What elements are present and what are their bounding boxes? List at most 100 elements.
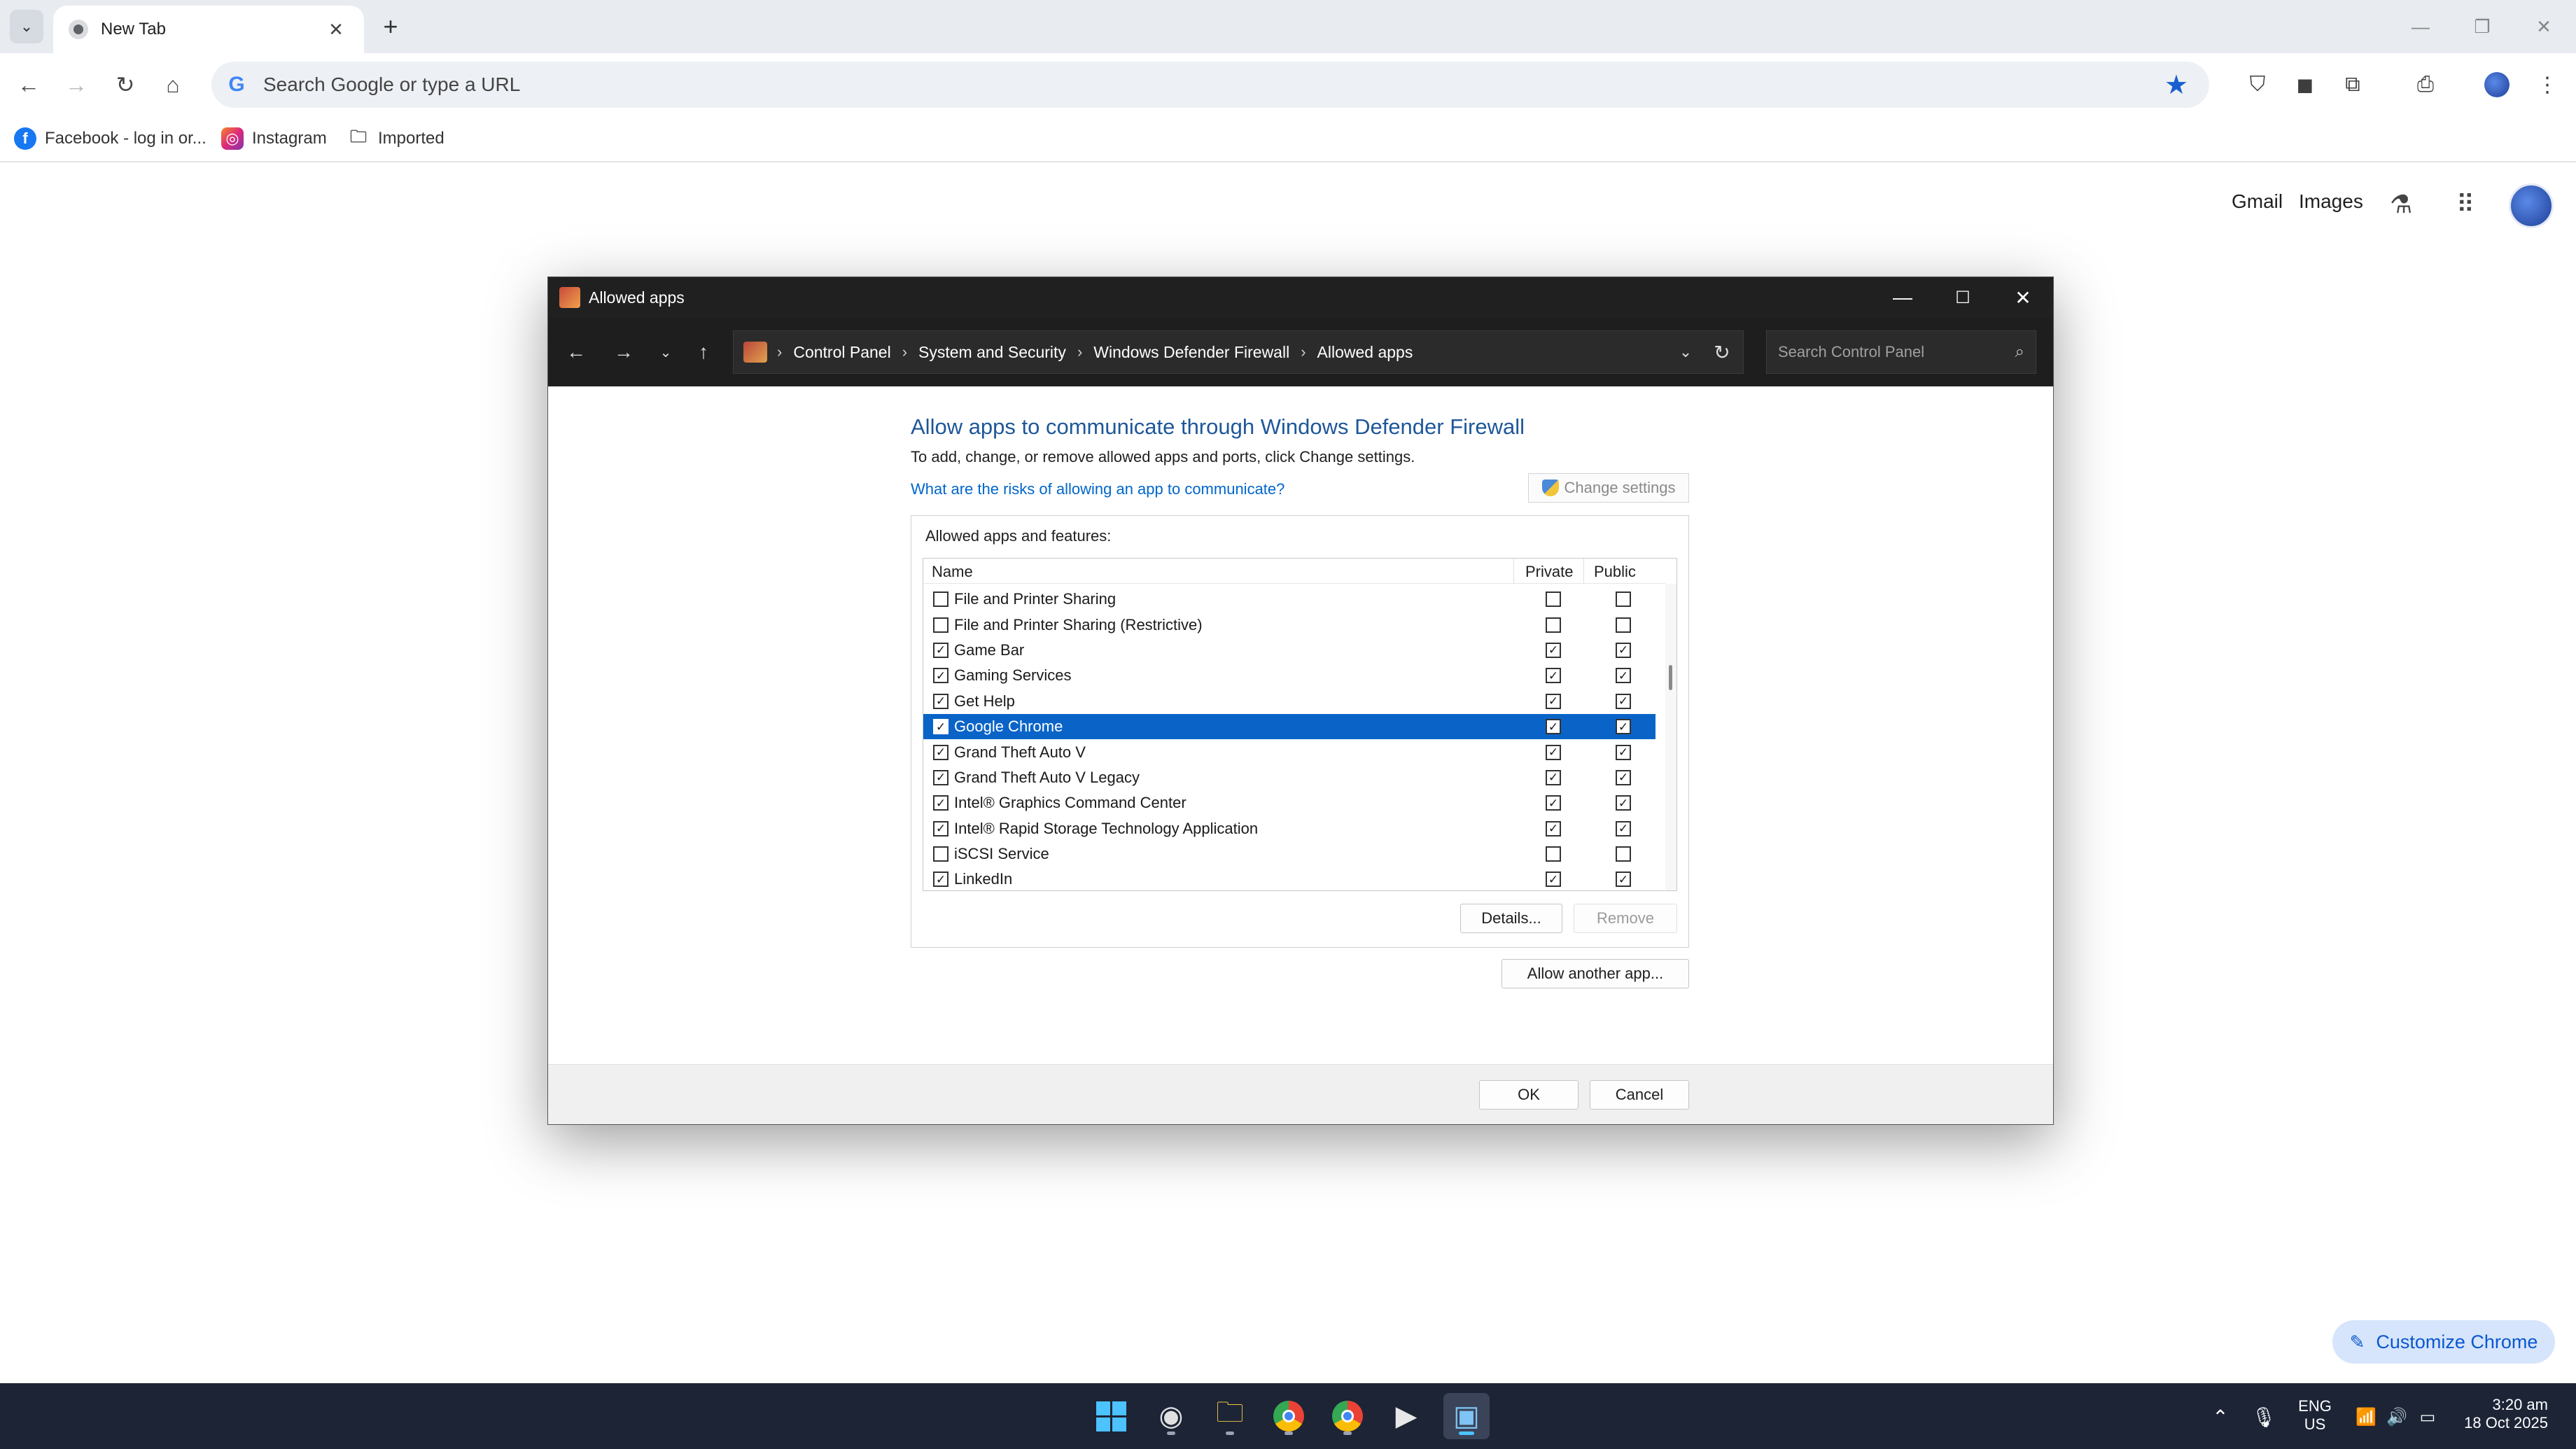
address-bar[interactable]: › Control Panel › System and Security › … [733, 330, 1744, 374]
public-checkbox[interactable] [1616, 592, 1631, 608]
breadcrumb-separator-icon[interactable]: › [902, 343, 907, 361]
profile-avatar-icon[interactable] [2479, 67, 2514, 102]
scrollbar-thumb[interactable] [1669, 665, 1672, 690]
back-arrow-icon[interactable]: ← [561, 337, 592, 368]
clock[interactable]: 3:20 am 18 Oct 2025 [2450, 1396, 2548, 1432]
column-divider[interactable] [1583, 559, 1584, 584]
chevron-up-icon[interactable]: ⌃ [2205, 1401, 2236, 1432]
close-icon[interactable]: ✕ [1993, 277, 2053, 318]
cancel-button[interactable]: Cancel [1590, 1080, 1689, 1110]
shield-extension-icon[interactable]: ⛉ [2240, 67, 2275, 102]
forward-arrow-icon[interactable]: → [608, 337, 639, 368]
table-row[interactable]: ✓ LinkedIn ✓ ✓ [923, 867, 1656, 890]
tab-new-tab[interactable]: New Tab ✕ [53, 6, 364, 53]
table-row[interactable]: iSCSI Service [923, 841, 1656, 867]
public-checkbox[interactable]: ✓ [1616, 668, 1631, 684]
account-avatar[interactable] [2509, 183, 2554, 228]
recent-locations-chevron-icon[interactable]: ⌄ [650, 337, 681, 368]
table-row[interactable]: ✓ Grand Theft Auto V Legacy ✓ ✓ [923, 765, 1656, 790]
table-row[interactable]: ✓ Game Bar ✓ ✓ [923, 638, 1656, 663]
window-title-bar[interactable]: Allowed apps — ☐ ✕ [548, 277, 2053, 318]
private-checkbox[interactable]: ✓ [1546, 820, 1561, 836]
table-row[interactable]: ✓ Get Help ✓ ✓ [923, 689, 1656, 714]
public-checkbox[interactable]: ✓ [1616, 642, 1631, 658]
bookmark-folder-imported[interactable]: 🗀 Imported [347, 123, 444, 154]
microphone-icon[interactable]: 🎙 [2248, 1401, 2279, 1432]
column-header-name[interactable]: Name [932, 563, 973, 581]
app-enabled-checkbox[interactable]: ✓ [933, 872, 948, 888]
breadcrumb-system-and-security[interactable]: System and Security [918, 343, 1066, 362]
maximize-icon[interactable]: ☐ [1933, 277, 1993, 318]
table-row[interactable]: ✓ Gaming Services ✓ ✓ [923, 663, 1656, 688]
reload-icon[interactable]: ↻ [109, 69, 141, 101]
app-enabled-checkbox[interactable] [933, 617, 948, 633]
public-checkbox[interactable] [1616, 617, 1631, 633]
column-header-private[interactable]: Private [1525, 563, 1573, 581]
apps-grid-icon[interactable]: ⠿ [2449, 188, 2482, 221]
new-tab-button[interactable]: + [375, 11, 406, 42]
start-windows-icon[interactable] [1088, 1393, 1134, 1439]
public-checkbox[interactable] [1616, 846, 1631, 862]
home-icon[interactable]: ⌂ [157, 69, 189, 101]
private-checkbox[interactable]: ✓ [1546, 668, 1561, 684]
risks-help-link[interactable]: What are the risks of allowing an app to… [911, 480, 1284, 498]
private-checkbox[interactable]: ✓ [1546, 693, 1561, 709]
public-checkbox[interactable]: ✓ [1616, 719, 1631, 735]
private-checkbox[interactable]: ✓ [1546, 769, 1561, 785]
app-enabled-checkbox[interactable]: ✓ [933, 820, 948, 836]
file-explorer-icon[interactable]: 🗀 [1207, 1393, 1253, 1439]
change-settings-button[interactable]: Change settings [1528, 473, 1689, 503]
private-checkbox[interactable] [1546, 617, 1561, 633]
table-row[interactable]: ✓ Intel® Rapid Storage Technology Applica… [923, 816, 1656, 841]
table-row[interactable]: ✓ Intel® Graphics Command Center ✓ ✓ [923, 790, 1656, 816]
app-enabled-checkbox[interactable]: ✓ [933, 744, 948, 760]
remove-button[interactable]: Remove [1574, 904, 1677, 933]
close-window-button[interactable]: ✕ [2523, 7, 2565, 46]
private-checkbox[interactable]: ✓ [1546, 642, 1561, 658]
up-arrow-icon[interactable]: ↑ [688, 337, 719, 368]
images-link[interactable]: Images [2299, 190, 2363, 213]
public-checkbox[interactable]: ✓ [1616, 769, 1631, 785]
control-panel-taskbar-icon[interactable]: ▣ [1443, 1393, 1490, 1439]
public-checkbox[interactable]: ✓ [1616, 872, 1631, 888]
minimize-icon[interactable]: — [1872, 277, 1933, 318]
control-panel-search[interactable]: ⌕ [1766, 330, 2036, 374]
labs-flask-icon[interactable]: ⚗ [2384, 188, 2418, 221]
app-enabled-checkbox[interactable]: ✓ [933, 668, 948, 684]
table-row[interactable]: File and Printer Sharing (Restrictive) [923, 612, 1656, 637]
incognito-extension-icon[interactable]: ◼ [2288, 67, 2323, 102]
private-checkbox[interactable]: ✓ [1546, 795, 1561, 811]
column-header-public[interactable]: Public [1594, 563, 1636, 581]
private-checkbox[interactable]: ✓ [1546, 719, 1561, 735]
breadcrumb-separator-icon[interactable]: › [1077, 343, 1082, 361]
details-button[interactable]: Details... [1460, 904, 1562, 933]
refresh-icon[interactable]: ↻ [1708, 338, 1736, 366]
chrome-taskbar-icon[interactable] [1266, 1393, 1312, 1439]
bookmark-facebook[interactable]: f Facebook - log in or... [14, 123, 206, 154]
more-menu-icon[interactable]: ⋮ [2530, 67, 2565, 102]
bookmark-star-icon[interactable]: ★ [2159, 67, 2194, 102]
minimize-window-button[interactable]: — [2400, 7, 2442, 46]
table-row[interactable]: ✓ Grand Theft Auto V ✓ ✓ [923, 739, 1656, 764]
print-icon[interactable]: ⎙ [2408, 67, 2443, 102]
breadcrumb-allowed-apps[interactable]: Allowed apps [1317, 343, 1413, 362]
app-enabled-checkbox[interactable]: ✓ [933, 769, 948, 785]
language-indicator[interactable]: ENG US [2295, 1397, 2335, 1434]
app-enabled-checkbox[interactable] [933, 846, 948, 862]
battery-icon[interactable]: ▭ [2412, 1401, 2443, 1432]
aperture-app-icon[interactable]: ◉ [1148, 1393, 1194, 1439]
breadcrumb-separator-icon[interactable]: › [1301, 343, 1306, 361]
ok-button[interactable]: OK [1479, 1080, 1578, 1110]
restore-window-button[interactable]: ❐ [2461, 7, 2503, 46]
app-enabled-checkbox[interactable]: ✓ [933, 719, 948, 735]
app-enabled-checkbox[interactable]: ✓ [933, 642, 948, 658]
allow-another-app-button[interactable]: Allow another app... [1502, 959, 1689, 988]
omnibox[interactable]: G Search Google or type a URL ★ [211, 62, 2209, 108]
list-scrollbar[interactable] [1665, 584, 1676, 890]
allowed-apps-list[interactable]: Name Private Public File and Printer Sha… [923, 558, 1677, 891]
column-divider[interactable] [1513, 559, 1514, 584]
gmail-link[interactable]: Gmail [2232, 190, 2283, 213]
chrome-profile-taskbar-icon[interactable] [1324, 1393, 1371, 1439]
table-row[interactable]: ✓ Google Chrome ✓ ✓ [923, 713, 1656, 740]
wifi-icon[interactable]: 📶 [2351, 1401, 2381, 1432]
